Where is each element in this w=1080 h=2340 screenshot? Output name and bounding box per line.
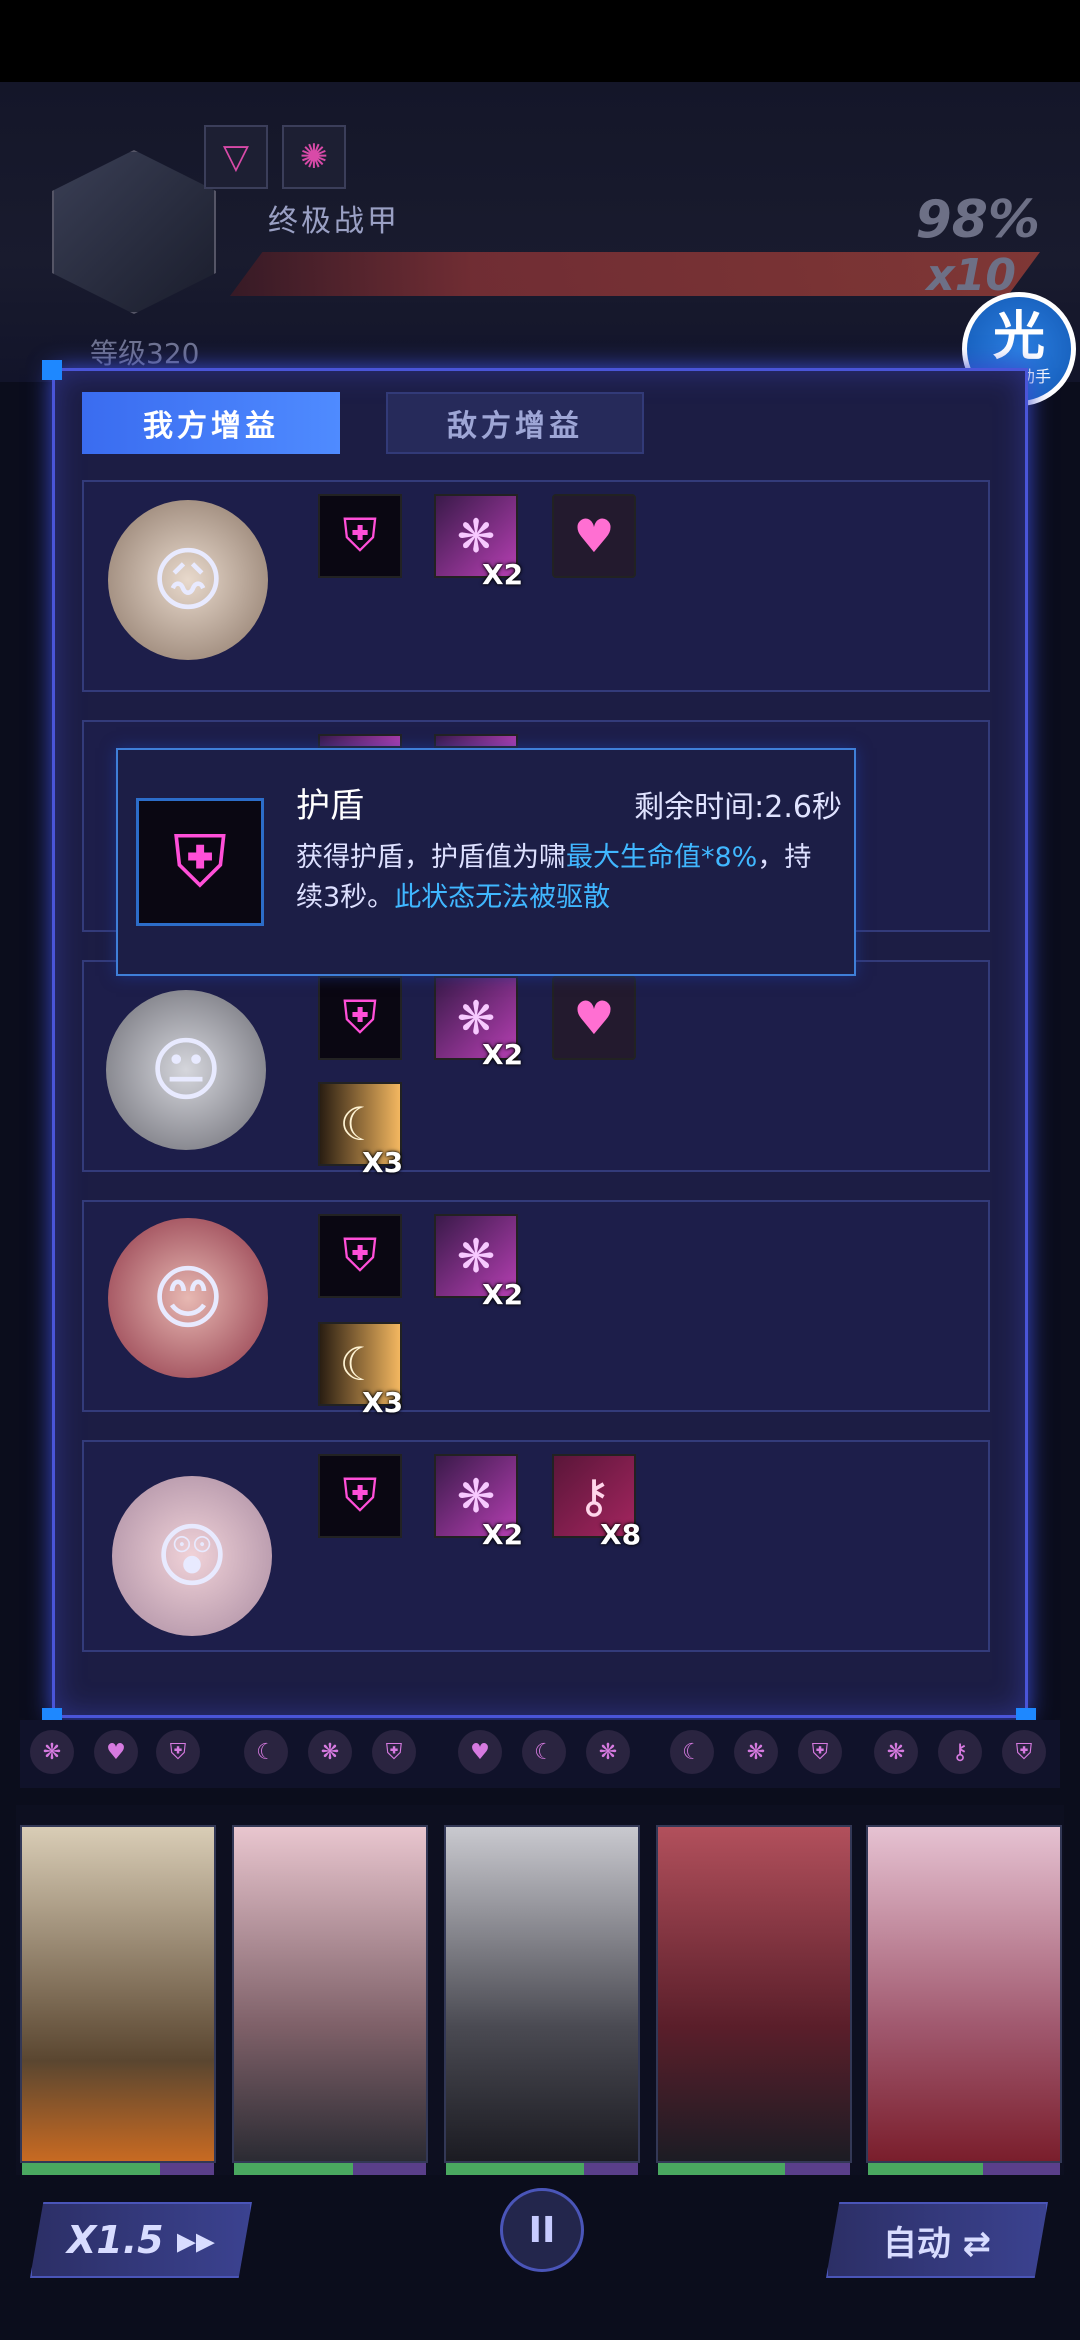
moon-buff-icon: ☾ bbox=[670, 1730, 714, 1774]
character-card[interactable] bbox=[20, 1825, 216, 2175]
character-avatar: 😖 bbox=[108, 500, 268, 660]
tab-enemy-buffs[interactable]: 敌方增益 bbox=[386, 392, 644, 454]
hp-fill bbox=[868, 2163, 984, 2175]
wing-buff-icon: ❋ bbox=[874, 1730, 918, 1774]
boss-type-icon: ▽ bbox=[204, 125, 268, 189]
wing-buff-icon: ❋ bbox=[30, 1730, 74, 1774]
hp-fill bbox=[234, 2163, 354, 2175]
shield-buff-icon: ⛨ bbox=[1002, 1730, 1046, 1774]
tab-ally-buffs[interactable]: 我方增益 bbox=[82, 392, 340, 454]
character-avatar: 😊 bbox=[108, 1218, 268, 1378]
shield-buff-icon[interactable]: ⛨ bbox=[318, 976, 402, 1060]
helper-glyph: 光 bbox=[992, 307, 1045, 367]
wing-buff-icon bbox=[434, 734, 518, 748]
wing-buff-icon: ❋ bbox=[308, 1730, 352, 1774]
tooltip-desc-highlight: 最大生命值*8% bbox=[566, 842, 758, 873]
character-card[interactable] bbox=[232, 1825, 428, 2175]
heart-buff-icon[interactable]: ♥ bbox=[552, 976, 636, 1060]
boss-name: 终极战甲 bbox=[268, 204, 400, 239]
buff-count: X2 bbox=[482, 1278, 524, 1311]
panel-corner bbox=[42, 360, 62, 380]
character-card[interactable] bbox=[444, 1825, 640, 2175]
hp-fill bbox=[658, 2163, 785, 2175]
speed-button[interactable]: X1.5 ▸▸ bbox=[30, 2202, 252, 2278]
shield-buff-icon: ⛨ bbox=[372, 1730, 416, 1774]
shield-buff-icon[interactable]: ⛨ bbox=[318, 1454, 402, 1538]
moon-buff-icon: ☾ bbox=[244, 1730, 288, 1774]
shield-buff-icon: ⛨ bbox=[136, 798, 264, 926]
shield-buff-icon: ⛨ bbox=[798, 1730, 842, 1774]
hp-fill bbox=[22, 2163, 161, 2175]
boss-hp-bar bbox=[230, 252, 1040, 296]
tooltip-desc-highlight: 此状态无法被驱散 bbox=[394, 882, 611, 913]
wing-buff-icon bbox=[318, 734, 402, 748]
character-avatar: 😲 bbox=[112, 1476, 272, 1636]
shield-buff-icon[interactable]: ⛨ bbox=[318, 1214, 402, 1298]
shield-buff-icon[interactable]: ⛨ bbox=[318, 494, 402, 578]
wing-buff-icon: ❋ bbox=[734, 1730, 778, 1774]
character-card[interactable] bbox=[866, 1825, 1062, 2175]
moon-buff-icon: ☾ bbox=[522, 1730, 566, 1774]
tooltip-desc-text: 获得护盾，护盾值为啸 bbox=[296, 842, 566, 873]
tooltip-description: 获得护盾，护盾值为啸最大生命值*8%，持续3秒。此状态无法被驱散 bbox=[296, 838, 836, 918]
buff-count: X8 bbox=[600, 1518, 642, 1551]
wing-buff-icon: ❋ bbox=[586, 1730, 630, 1774]
pause-button[interactable]: II bbox=[500, 2188, 584, 2272]
boss-element-icon: ✺ bbox=[282, 125, 346, 189]
buff-count: X2 bbox=[482, 1518, 524, 1551]
tooltip-title: 护盾 bbox=[296, 786, 364, 826]
boss-level: 等级320 bbox=[90, 337, 200, 370]
key-buff-icon: ⚷ bbox=[938, 1730, 982, 1774]
boss-hp-percent: 98% bbox=[915, 190, 1040, 250]
character-avatar: 😐 bbox=[106, 990, 266, 1150]
status-bar bbox=[0, 0, 1080, 82]
buff-count: X2 bbox=[482, 558, 524, 591]
heart-buff-icon: ♥ bbox=[458, 1730, 502, 1774]
buff-count: X3 bbox=[362, 1146, 404, 1179]
auto-button[interactable]: 自动 ⇄ bbox=[826, 2202, 1048, 2278]
character-card[interactable] bbox=[656, 1825, 852, 2175]
buff-count: X3 bbox=[362, 1386, 404, 1419]
heart-buff-icon: ♥ bbox=[94, 1730, 138, 1774]
hp-fill bbox=[446, 2163, 585, 2175]
heart-buff-icon[interactable]: ♥ bbox=[552, 494, 636, 578]
tooltip-remaining-time: 剩余时间:2.6秒 bbox=[634, 790, 842, 825]
buff-count: X2 bbox=[482, 1038, 524, 1071]
shield-buff-icon: ⛨ bbox=[156, 1730, 200, 1774]
